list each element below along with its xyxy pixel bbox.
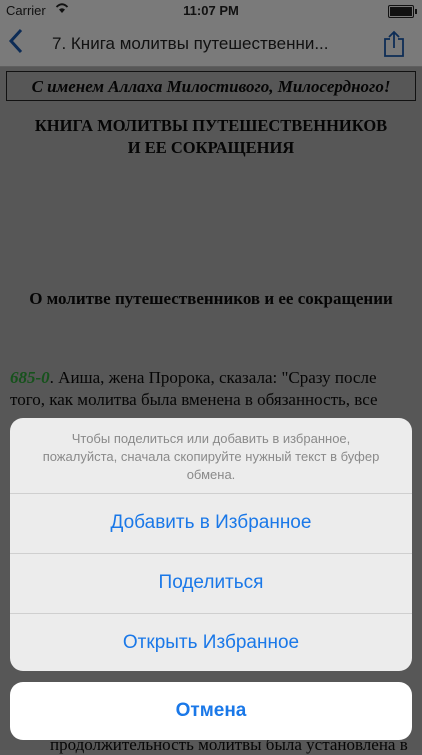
- hadith-text: . Аиша, жена Пророка, сказала: "Сразу по…: [10, 368, 378, 409]
- back-button[interactable]: [8, 28, 34, 58]
- open-favorites-button[interactable]: Открыть Избранное: [10, 614, 412, 671]
- hadith-paragraph: 685-0. Аиша, жена Пророка, сказала: "Сра…: [10, 367, 414, 411]
- action-sheet: Чтобы поделиться или добавить в избранно…: [10, 418, 412, 671]
- add-to-favorites-button[interactable]: Добавить в Избранное: [10, 494, 412, 554]
- action-sheet-message: Чтобы поделиться или добавить в избранно…: [10, 418, 412, 494]
- battery-icon: [388, 5, 417, 18]
- share-action-button[interactable]: Поделиться: [10, 554, 412, 614]
- navigation-bar: 7. Книга молитвы путешественни...: [0, 22, 422, 67]
- cancel-button[interactable]: Отмена: [10, 682, 412, 740]
- book-heading-line-2: И ЕЕ СОКРАЩЕНИЯ: [127, 138, 295, 157]
- hadith-number: 685-0: [10, 368, 50, 387]
- book-heading: КНИГА МОЛИТВЫ ПУТЕШЕСТВЕННИКОВ И ЕЕ СОКР…: [10, 115, 412, 159]
- chevron-left-icon: [8, 28, 23, 54]
- book-heading-line-1: КНИГА МОЛИТВЫ ПУТЕШЕСТВЕННИКОВ: [34, 116, 388, 135]
- clock-time: 11:07 PM: [183, 3, 239, 18]
- page-title: 7. Книга молитвы путешественни...: [52, 34, 329, 53]
- chapter-heading: О молитве путешественников и ее сокращен…: [29, 289, 393, 308]
- bismillah: С именем Аллаха Милостивого, Милосердног…: [31, 77, 391, 96]
- share-icon: [384, 30, 404, 57]
- share-button[interactable]: [382, 30, 406, 58]
- status-bar: Carrier 11:07 PM: [0, 0, 422, 22]
